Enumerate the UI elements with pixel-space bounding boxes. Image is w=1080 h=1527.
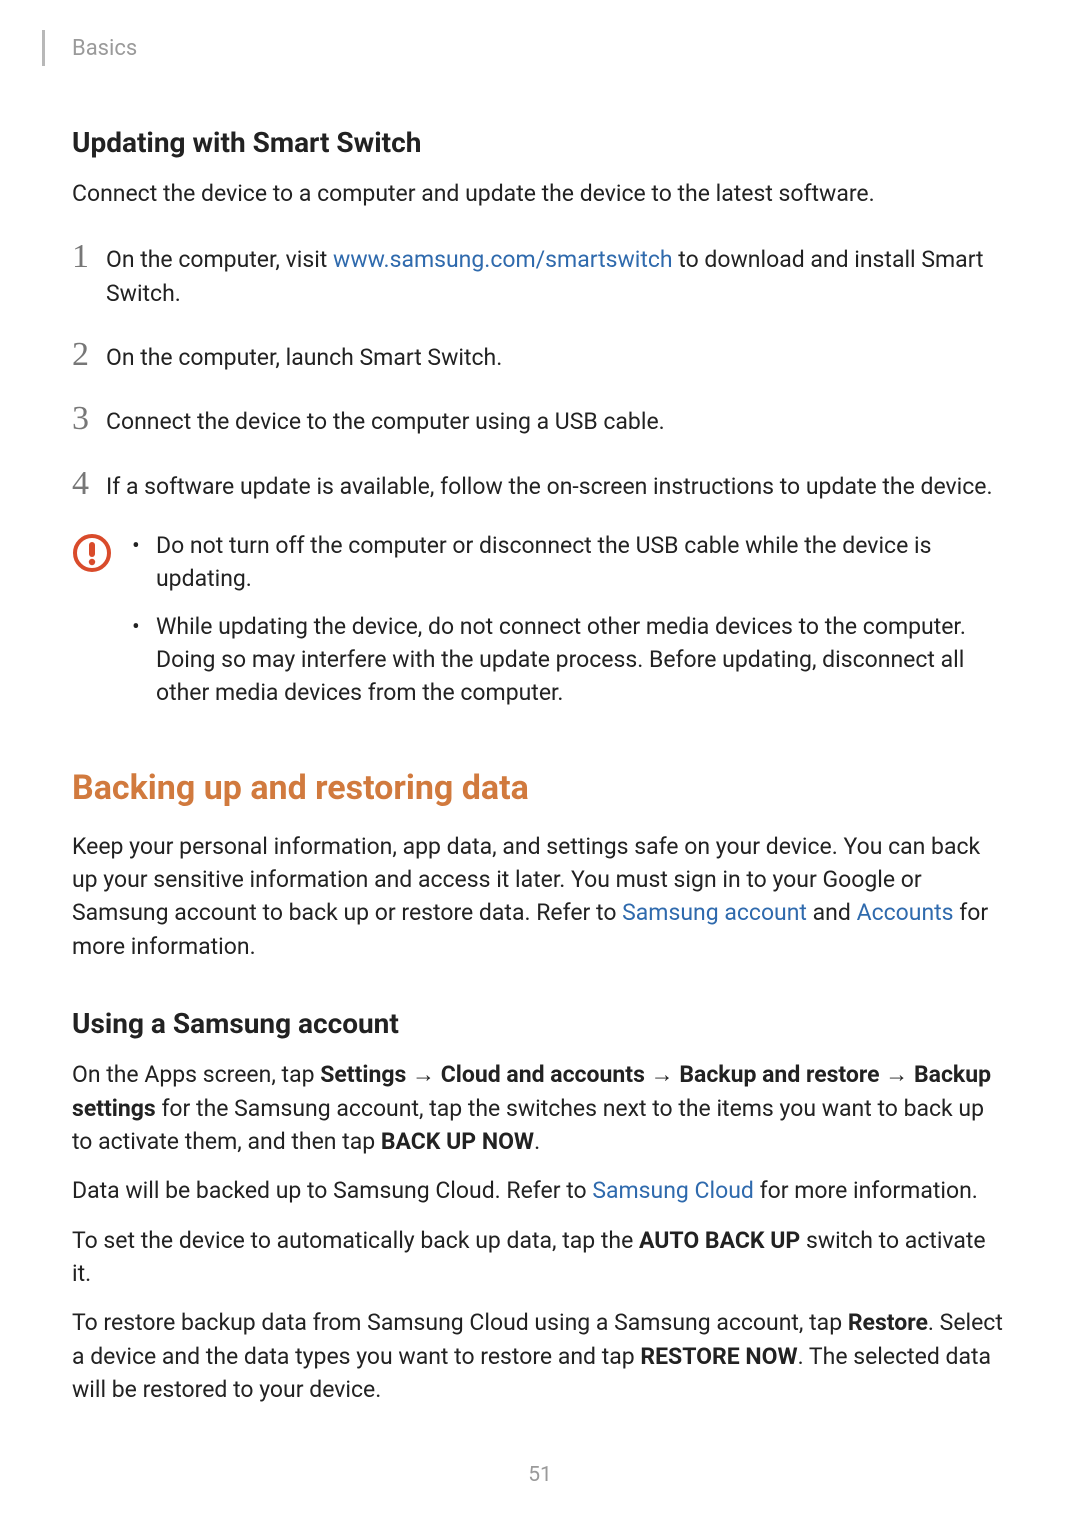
step-3: 3 Connect the device to the computer usi… (72, 400, 1008, 438)
section-heading-backup: Backing up and restoring data (72, 768, 1008, 808)
t: . (534, 1128, 540, 1155)
t: To restore backup data from Samsung Clou… (72, 1309, 848, 1336)
restore-label: Restore (848, 1309, 928, 1336)
bullet-icon: • (132, 529, 156, 562)
t: Data will be backed up to Samsung Cloud.… (72, 1177, 592, 1204)
t: To set the device to automatically back … (72, 1227, 639, 1254)
intro-text: Connect the device to a computer and upd… (72, 177, 1008, 210)
accounts-link[interactable]: Accounts (857, 899, 954, 926)
t: → (406, 1061, 440, 1088)
step-text: On the computer, visit www.samsung.com/s… (106, 238, 1008, 310)
settings-label: Settings (320, 1061, 406, 1088)
samsung-account-link[interactable]: Samsung account (622, 899, 807, 926)
auto-back-up-label: AUTO BACK UP (639, 1227, 800, 1254)
step-text: On the computer, launch Smart Switch. (106, 336, 502, 374)
t: On the Apps screen, tap (72, 1061, 320, 1088)
steps-list: 1 On the computer, visit www.samsung.com… (72, 238, 1008, 503)
step-number: 4 (72, 465, 106, 502)
caution-block: • Do not turn off the computer or discon… (72, 529, 1008, 724)
t: for more information. (754, 1177, 978, 1204)
caution-icon (72, 533, 120, 577)
samsung-p3: To set the device to automatically back … (72, 1224, 1008, 1291)
backup-restore-label: Backup and restore (679, 1061, 879, 1088)
caution-list: • Do not turn off the computer or discon… (132, 529, 1008, 724)
samsung-p4: To restore backup data from Samsung Clou… (72, 1306, 1008, 1406)
samsung-p2: Data will be backed up to Samsung Cloud.… (72, 1174, 1008, 1207)
step-number: 1 (72, 238, 106, 275)
caution-bullet-2: • While updating the device, do not conn… (132, 610, 1008, 710)
page-number: 51 (0, 1463, 1080, 1487)
header-tick (42, 30, 45, 66)
t: → (880, 1061, 914, 1088)
step-number: 2 (72, 336, 106, 373)
samsung-cloud-link[interactable]: Samsung Cloud (592, 1177, 754, 1204)
bullet-icon: • (132, 610, 156, 643)
backup-intro: Keep your personal information, app data… (72, 830, 1008, 963)
back-up-now-label: BACK UP NOW (381, 1128, 534, 1155)
breadcrumb: Basics (72, 36, 137, 61)
caution-bullet-1: • Do not turn off the computer or discon… (132, 529, 1008, 596)
subheading-smart-switch: Updating with Smart Switch (72, 126, 1008, 159)
bullet-text: Do not turn off the computer or disconne… (156, 529, 1008, 596)
cloud-accounts-label: Cloud and accounts (441, 1061, 645, 1088)
bullet-text: While updating the device, do not connec… (156, 610, 1008, 710)
restore-now-label: RESTORE NOW (640, 1343, 797, 1370)
page-content: Basics Updating with Smart Switch Connec… (0, 0, 1080, 1406)
samsung-p1: On the Apps screen, tap Settings → Cloud… (72, 1058, 1008, 1158)
step-4: 4 If a software update is available, fol… (72, 465, 1008, 503)
step-number: 3 (72, 400, 106, 437)
subheading-samsung-account: Using a Samsung account (72, 1007, 1008, 1040)
step-2: 2 On the computer, launch Smart Switch. (72, 336, 1008, 374)
t: → (645, 1061, 679, 1088)
page-header: Basics (72, 30, 1008, 66)
step-text: If a software update is available, follo… (106, 465, 993, 503)
step-text: Connect the device to the computer using… (106, 400, 665, 438)
step-1: 1 On the computer, visit www.samsung.com… (72, 238, 1008, 310)
t: and (807, 899, 857, 926)
step-1-pre: On the computer, visit (106, 246, 333, 273)
smartswitch-link[interactable]: www.samsung.com/smartswitch (333, 246, 673, 273)
